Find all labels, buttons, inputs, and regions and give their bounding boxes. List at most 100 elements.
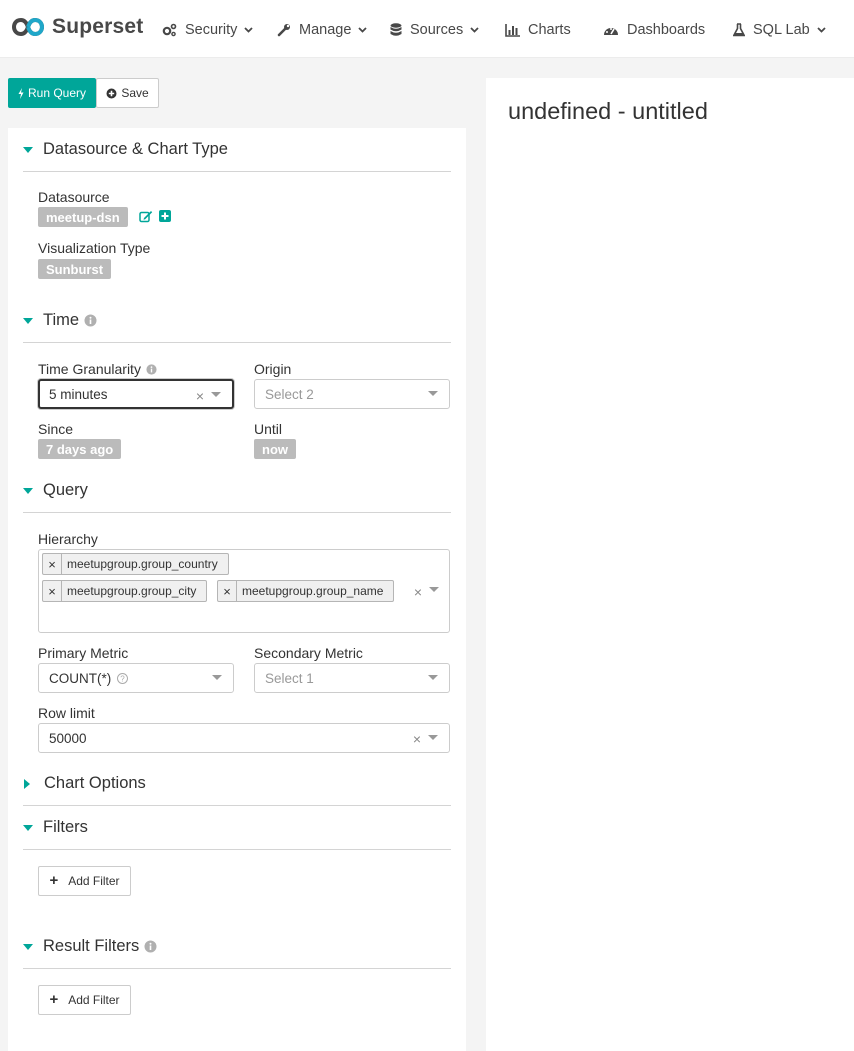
brand[interactable]: Superset	[12, 14, 143, 40]
remove-icon[interactable]: ×	[43, 554, 62, 574]
save-label: Save	[121, 86, 149, 100]
caret-down-icon	[23, 318, 33, 324]
caret-right-icon	[24, 778, 30, 789]
superset-logo-icon	[12, 17, 44, 37]
nav-manage[interactable]: Manage	[277, 20, 368, 40]
nav-dashboards[interactable]: Dashboards	[603, 20, 705, 40]
section-query-title: Query	[43, 481, 88, 499]
section-chart-options-title: Chart Options	[44, 774, 146, 792]
clear-icon[interactable]: ×	[413, 731, 421, 747]
nav-sqllab-label: SQL Lab	[753, 22, 810, 38]
cogs-icon	[162, 23, 177, 37]
granularity-label: Time Granularity	[38, 361, 157, 377]
chart-title[interactable]: undefined - untitled	[508, 98, 708, 125]
plus-icon: +	[49, 871, 59, 889]
chart-panel: undefined - untitled	[486, 78, 854, 1051]
nav-security[interactable]: Security	[162, 20, 254, 40]
dropdown-arrow-icon[interactable]	[428, 391, 438, 396]
hierarchy-chip: × meetupgroup.group_country	[42, 553, 229, 575]
secondary-metric-label: Secondary Metric	[254, 645, 363, 661]
primary-metric-select[interactable]: COUNT(*) ?	[38, 663, 234, 693]
save-button[interactable]: Save	[96, 78, 159, 108]
add-result-filter-button[interactable]: + Add Filter	[38, 985, 131, 1015]
section-datasource-title: Datasource & Chart Type	[43, 140, 228, 158]
top-navbar: Superset Security Manage Sources Charts …	[0, 0, 854, 58]
secondary-metric-placeholder: Select 1	[265, 670, 314, 686]
primary-metric-value: COUNT(*)	[49, 670, 112, 686]
section-result-filters-header[interactable]: Result Filters	[23, 925, 451, 969]
info-circle-icon[interactable]	[146, 363, 157, 375]
until-tag[interactable]: now	[254, 439, 296, 459]
brand-name: Superset	[52, 15, 144, 38]
nav-charts-label: Charts	[528, 22, 571, 38]
section-filters-header[interactable]: Filters	[23, 806, 451, 850]
dropdown-arrow-icon[interactable]	[428, 735, 438, 740]
nav-charts[interactable]: Charts	[505, 20, 571, 40]
row-limit-select[interactable]: 50000 ×	[38, 723, 450, 753]
info-circle-icon[interactable]	[144, 940, 157, 953]
clear-icon[interactable]: ×	[196, 388, 204, 404]
section-chart-options-header[interactable]: Chart Options	[23, 762, 451, 806]
plus-square-icon[interactable]	[159, 210, 171, 222]
granularity-label-text: Time Granularity	[38, 361, 141, 377]
hierarchy-multiselect[interactable]: × meetupgroup.group_country × meetupgrou…	[38, 549, 450, 633]
bolt-icon	[18, 87, 24, 99]
section-datasource-header[interactable]: Datasource & Chart Type	[23, 128, 451, 172]
granularity-select[interactable]: 5 minutes ×	[38, 379, 234, 409]
wrench-icon	[277, 24, 290, 37]
section-query-header[interactable]: Query	[23, 469, 451, 513]
add-result-filter-label: Add Filter	[68, 993, 120, 1007]
run-query-button[interactable]: Run Query	[8, 78, 96, 108]
hierarchy-label: Hierarchy	[38, 531, 98, 547]
dropdown-arrow-icon[interactable]	[212, 675, 222, 680]
add-filter-button[interactable]: + Add Filter	[38, 866, 131, 896]
since-label: Since	[38, 421, 74, 437]
section-time-header[interactable]: Time	[23, 299, 451, 343]
until-label: Until	[254, 421, 283, 437]
hierarchy-chip: × meetupgroup.group_name	[217, 580, 395, 602]
edit-icon[interactable]	[139, 210, 153, 223]
origin-select[interactable]: Select 2	[254, 379, 450, 409]
datasource-tag[interactable]: meetup-dsn	[38, 207, 128, 227]
hierarchy-chip-value: meetupgroup.group_name	[242, 584, 384, 598]
run-query-label: Run Query	[27, 86, 87, 100]
plus-circle-icon	[106, 88, 117, 98]
caret-down-icon	[23, 825, 33, 831]
chevron-down-icon	[358, 27, 368, 33]
origin-placeholder: Select 2	[265, 386, 314, 402]
clear-icon[interactable]: ×	[414, 584, 422, 600]
remove-icon[interactable]: ×	[43, 581, 62, 601]
info-circle-icon[interactable]	[84, 314, 97, 327]
dropdown-arrow-icon[interactable]	[428, 675, 438, 680]
granularity-value: 5 minutes	[49, 386, 108, 402]
dropdown-arrow-icon[interactable]	[429, 587, 439, 592]
database-icon	[390, 23, 402, 36]
datasource-label: Datasource	[38, 189, 110, 205]
dashboard-icon	[604, 28, 618, 35]
caret-down-icon	[23, 944, 33, 950]
hierarchy-chip: × meetupgroup.group_city	[42, 580, 208, 602]
add-filter-label: Add Filter	[68, 874, 120, 888]
caret-down-icon	[23, 488, 33, 494]
nav-sources-label: Sources	[410, 22, 464, 38]
bar-chart-icon	[505, 23, 520, 37]
nav-dashboards-label: Dashboards	[627, 22, 706, 38]
chevron-down-icon	[817, 27, 826, 33]
nav-sources[interactable]: Sources	[390, 20, 479, 40]
since-tag[interactable]: 7 days ago	[38, 439, 122, 459]
row-limit-label: Row limit	[38, 705, 95, 721]
remove-icon[interactable]: ×	[218, 581, 237, 601]
viz-type-tag[interactable]: Sunburst	[38, 259, 112, 279]
caret-down-icon	[23, 147, 33, 153]
nav-security-label: Security	[185, 22, 238, 38]
plus-icon: +	[49, 990, 59, 1008]
section-time-title: Time	[43, 311, 80, 329]
question-circle-icon[interactable]: ?	[117, 672, 129, 684]
chevron-down-icon	[470, 27, 479, 33]
nav-sqllab[interactable]: SQL Lab	[733, 20, 826, 40]
chevron-down-icon	[244, 27, 254, 33]
secondary-metric-select[interactable]: Select 1	[254, 663, 450, 693]
row-limit-value: 50000	[49, 730, 87, 746]
dropdown-arrow-icon[interactable]	[211, 392, 221, 397]
hierarchy-chip-value: meetupgroup.group_country	[67, 557, 218, 571]
